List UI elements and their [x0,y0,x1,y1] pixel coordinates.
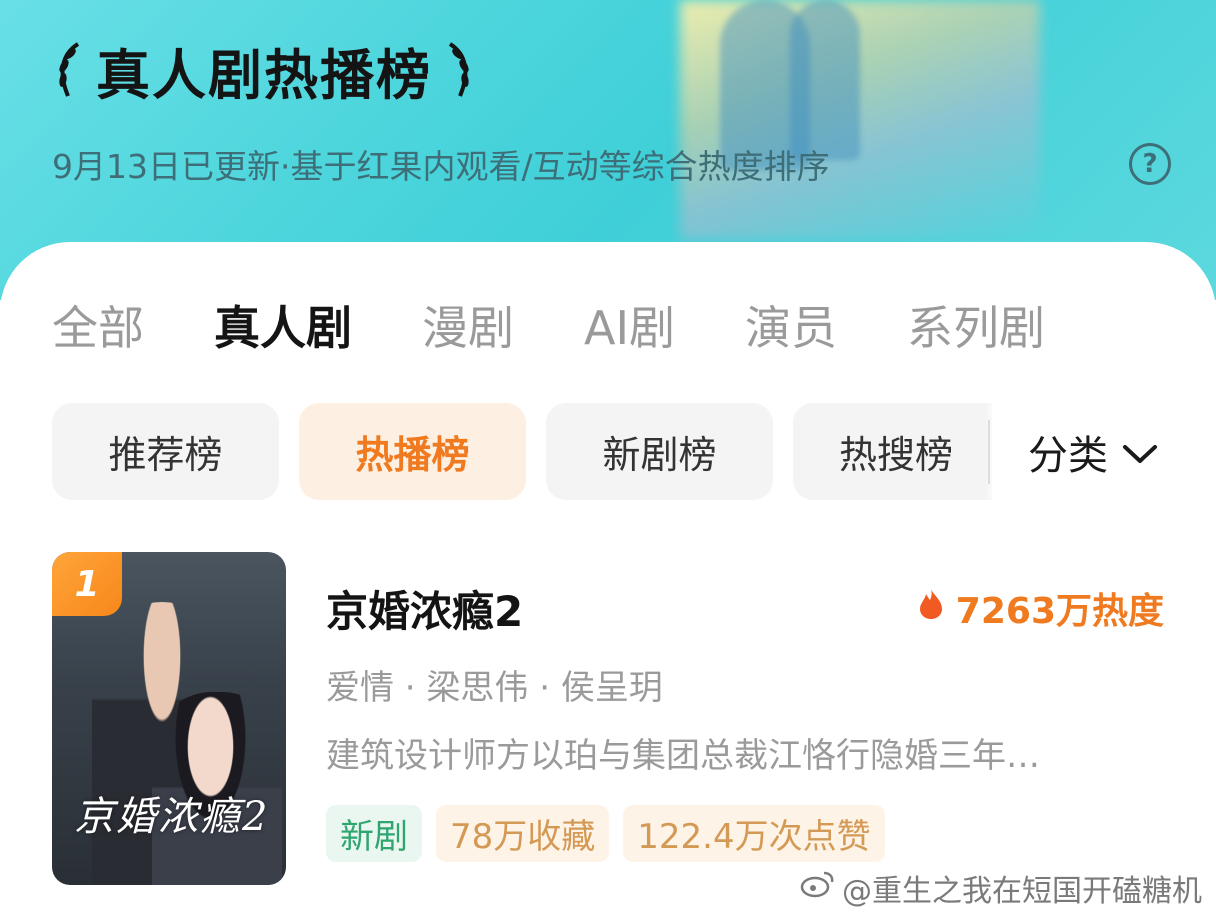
page-title: 真人剧热播榜 [52,30,476,110]
tag-new: 新剧 [326,805,422,862]
tab-series[interactable]: 系列剧 [907,292,1045,358]
filter-hot-playing[interactable]: 热播榜 [299,403,526,500]
show-tags: 新剧 78万收藏 122.4万次点赞 [326,805,885,862]
heat-indicator: 7263万热度 [918,582,1164,634]
weibo-logo-icon [800,869,836,907]
filter-recommended[interactable]: 推荐榜 [52,403,279,500]
page-subtitle: 9月13日已更新·基于红果内观看/互动等综合热度排序 [52,147,830,186]
tab-ai-drama[interactable]: AI剧 [584,292,675,358]
tag-favorites: 78万收藏 [436,805,610,862]
laurel-right-icon [442,38,476,102]
page-title-text: 真人剧热播榜 [96,43,432,107]
ranking-filter-bar: 推荐榜 热播榜 新剧榜 热搜榜 [52,403,992,500]
filter-hot-search[interactable]: 热搜榜 [793,403,992,500]
filter-new-drama[interactable]: 新剧榜 [546,403,773,500]
tab-all[interactable]: 全部 [52,292,144,358]
tab-actors[interactable]: 演员 [745,292,837,358]
filter-divider [988,420,990,484]
heat-value: 7263万热度 [955,591,1164,632]
category-tabs: 全部 真人剧 漫剧 AI剧 演员 系列剧 [52,290,1115,360]
poster-title-text: 京婚浓瘾2 [74,794,270,840]
watermark-text: @重生之我在短国开磕糖机 [842,874,1202,909]
category-label: 分类 [1028,433,1108,479]
chevron-down-icon [1122,429,1158,475]
watermark: @重生之我在短国开磕糖机 [800,866,1202,910]
tab-comic[interactable]: 漫剧 [422,292,514,358]
category-dropdown[interactable]: 分类 [1028,420,1158,484]
header-silhouette-right [790,0,860,160]
show-title[interactable]: 京婚浓瘾2 [326,578,523,639]
flame-icon [918,588,944,629]
show-meta: 爱情 · 梁思伟 · 侯呈玥 [326,668,663,708]
rank-badge: 1 [52,552,122,616]
tab-live-action[interactable]: 真人剧 [214,292,352,358]
filter-fade-edge [985,400,997,503]
tag-likes: 122.4万次点赞 [623,805,885,862]
show-description: 建筑设计师方以珀与集团总裁江恪行隐婚三年… [326,736,1040,776]
laurel-left-icon [52,38,86,102]
question-circle-icon[interactable]: ? [1129,143,1171,185]
